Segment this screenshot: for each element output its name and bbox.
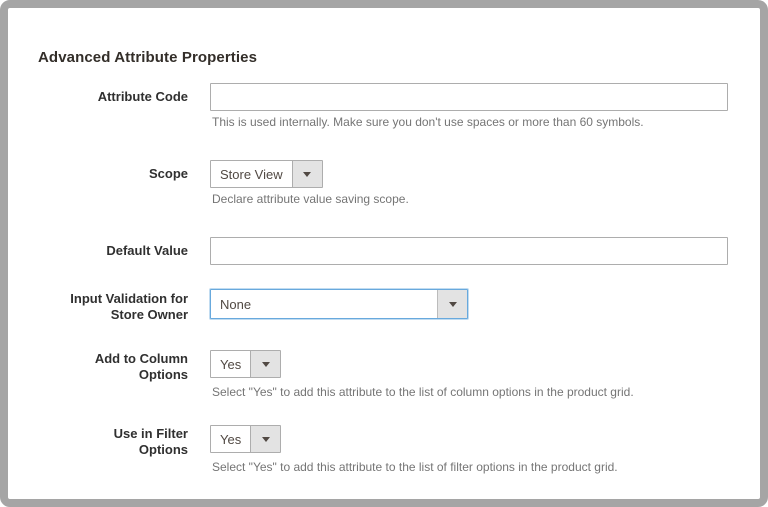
use-in-filter-options-select[interactable]: Yes <box>210 425 282 453</box>
scope-note: Declare attribute value saving scope. <box>212 192 409 206</box>
add-to-column-options-label: Add to Column Options <box>94 351 188 382</box>
default-value-input[interactable] <box>210 237 728 265</box>
attribute-code-input[interactable] <box>210 83 728 111</box>
input-validation-select-value: None <box>211 290 437 318</box>
input-validation-select[interactable]: None <box>210 289 468 319</box>
default-value-label: Default Value <box>106 243 188 258</box>
use-in-filter-options-note: Select "Yes" to add this attribute to th… <box>212 460 618 474</box>
scope-select[interactable]: Store View <box>210 160 323 188</box>
chevron-down-icon[interactable] <box>250 351 281 377</box>
use-in-filter-options-label: Use in Filter Options <box>113 426 188 457</box>
add-to-column-options-select-value: Yes <box>211 351 251 377</box>
add-to-column-options-note: Select "Yes" to add this attribute to th… <box>212 385 634 399</box>
attribute-code-note: This is used internally. Make sure you d… <box>212 115 644 129</box>
scope-select-value: Store View <box>211 161 292 187</box>
scope-label: Scope <box>148 166 188 181</box>
chevron-down-icon[interactable] <box>437 290 467 318</box>
chevron-down-icon[interactable] <box>250 426 281 452</box>
page-title: Advanced Attribute Properties <box>38 49 258 67</box>
use-in-filter-options-select-value: Yes <box>211 426 251 452</box>
attribute-code-label: Attribute Code <box>97 89 188 104</box>
window-frame: Advanced Attribute Properties Attribute … <box>0 0 768 507</box>
add-to-column-options-select[interactable]: Yes <box>210 350 282 378</box>
chevron-down-icon[interactable] <box>291 161 322 187</box>
input-validation-label: Input Validation for Store Owner <box>70 291 188 322</box>
